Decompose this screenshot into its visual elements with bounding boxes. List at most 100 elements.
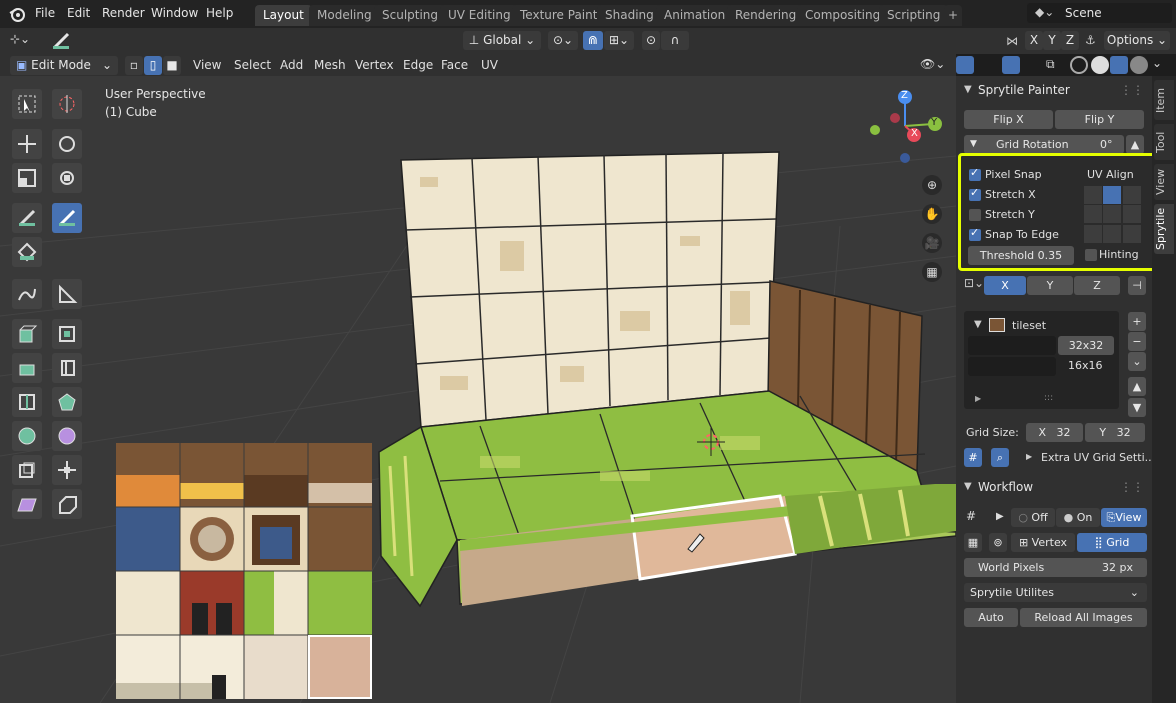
- mirror-y-button[interactable]: Y: [1043, 31, 1061, 50]
- move-down-icon[interactable]: ▼: [1128, 398, 1146, 417]
- extrude-tool-icon[interactable]: [52, 319, 82, 349]
- visibility-icon[interactable]: 👁⌄: [920, 57, 945, 71]
- move-up-icon[interactable]: ▲: [1128, 377, 1146, 396]
- add-workspace-icon[interactable]: +: [944, 5, 963, 26]
- extra-uv-expand-icon[interactable]: ▶: [1026, 452, 1032, 461]
- stretch-x-checkbox[interactable]: [969, 186, 981, 201]
- mode-select[interactable]: ▣ Edit Mode ⌄: [10, 56, 118, 75]
- pan-hand-icon[interactable]: ✋: [922, 204, 942, 224]
- workflow-panel-header[interactable]: ▼ Workflow ⋮⋮: [956, 476, 1152, 498]
- mode-off-button[interactable]: ○ Off: [1011, 508, 1055, 527]
- grid-32-swatch[interactable]: [968, 336, 1056, 355]
- menu-edge[interactable]: Edge: [403, 58, 433, 72]
- slide-tool-icon[interactable]: [52, 455, 82, 485]
- menu-vertex[interactable]: Vertex: [355, 58, 394, 72]
- grid-rotation-field[interactable]: ▼ Grid Rotation 0°: [964, 135, 1124, 154]
- tab-view[interactable]: View: [1154, 164, 1174, 200]
- options-button[interactable]: Options ⌄: [1104, 31, 1170, 50]
- edge-select-mode[interactable]: ▯: [144, 56, 162, 75]
- wireframe-shading-icon[interactable]: [1070, 56, 1088, 74]
- drag-handle-icon[interactable]: ⋮⋮: [1120, 79, 1144, 101]
- workflow-play-icon[interactable]: ▶: [996, 511, 1004, 522]
- navigation-gizmo[interactable]: Z Y X: [865, 88, 945, 168]
- blender-logo-icon[interactable]: [8, 5, 26, 23]
- rip-tool-icon[interactable]: [52, 489, 82, 519]
- grid-size-y-field[interactable]: Y 32: [1085, 423, 1145, 442]
- zoom-grid-icon[interactable]: ⌕: [991, 448, 1009, 467]
- menu-file[interactable]: File: [35, 6, 55, 20]
- tab-item[interactable]: Item: [1154, 80, 1174, 120]
- shading-options-icon[interactable]: ⌄: [1152, 56, 1162, 70]
- gizmo-toggle-icon[interactable]: [956, 56, 974, 74]
- sprytile-panel-header[interactable]: ▼ Sprytile Painter ⋮⋮: [956, 79, 1152, 101]
- add-cube-tool-icon[interactable]: [12, 319, 42, 349]
- scale-tool-icon[interactable]: [12, 163, 42, 193]
- checker-icon[interactable]: ▦: [964, 533, 982, 552]
- menu-face[interactable]: Face: [441, 58, 468, 72]
- tab-texture-paint[interactable]: Texture Paint: [512, 5, 606, 26]
- orientation-select[interactable]: ⊥ Global ⌄: [463, 31, 541, 50]
- spin-tool-icon[interactable]: [52, 421, 82, 451]
- flip-y-button[interactable]: Flip Y: [1055, 110, 1144, 129]
- annotate-tool-icon[interactable]: [12, 279, 42, 309]
- tileset-expand-icon[interactable]: ▼: [974, 319, 982, 330]
- extra-uv-label[interactable]: Extra UV Grid Setti...: [1041, 451, 1155, 464]
- brush-icon[interactable]: [50, 30, 74, 52]
- rotate-right-icon[interactable]: ▲: [1126, 135, 1144, 154]
- tab-layout[interactable]: Layout: [255, 5, 312, 26]
- flip-x-button[interactable]: Flip X: [964, 110, 1053, 129]
- material-shading-icon[interactable]: [1110, 56, 1128, 74]
- tab-tool[interactable]: Tool: [1154, 124, 1174, 160]
- snap-vertex-button[interactable]: ⊞ Vertex: [1011, 533, 1075, 552]
- inset-tool-icon[interactable]: [12, 353, 42, 383]
- fill-tool-icon[interactable]: [12, 237, 42, 267]
- normal-mode-icon[interactable]: ⊡⌄: [964, 276, 984, 290]
- axis-z-button[interactable]: Z: [1074, 276, 1120, 295]
- bevel-tool-icon[interactable]: [52, 353, 82, 383]
- mode-view-button[interactable]: ⎘View: [1101, 508, 1147, 527]
- tab-shading[interactable]: Shading: [597, 5, 662, 26]
- move-tool-icon[interactable]: [12, 129, 42, 159]
- falloff-select[interactable]: ∩: [661, 31, 689, 50]
- menu-uv[interactable]: UV: [481, 58, 498, 72]
- grid-toggle-icon[interactable]: #: [964, 448, 982, 467]
- rotate-left-icon[interactable]: ▼: [970, 135, 977, 154]
- scene-selector[interactable]: ◆⌄ Scene: [1027, 3, 1172, 23]
- snap-to-edge-checkbox[interactable]: [969, 226, 981, 241]
- reload-images-button[interactable]: Reload All Images: [1020, 608, 1147, 627]
- menu-select[interactable]: Select: [234, 58, 271, 72]
- menu-view[interactable]: View: [193, 58, 221, 72]
- cursor-tool-icon[interactable]: [52, 89, 82, 119]
- snap-grid-button[interactable]: ⣿ Grid: [1077, 533, 1147, 552]
- tab-rendering[interactable]: Rendering: [727, 5, 805, 26]
- tileset-preview[interactable]: [116, 443, 372, 699]
- snap-target-select[interactable]: ⊞⌄: [604, 31, 634, 50]
- shear-tool-icon[interactable]: [12, 489, 42, 519]
- tab-scripting[interactable]: Scripting: [879, 5, 949, 26]
- tab-compositing[interactable]: Compositing: [797, 5, 889, 26]
- list-resize-handle[interactable]: :::: [1044, 393, 1053, 403]
- axis-y-button[interactable]: Y: [1027, 276, 1073, 295]
- tab-uv-editing[interactable]: UV Editing: [440, 5, 519, 26]
- solid-shading-icon[interactable]: [1091, 56, 1109, 74]
- mirror-z-button[interactable]: Z: [1061, 31, 1079, 50]
- poly-build-tool-icon[interactable]: [12, 421, 42, 451]
- menu-window[interactable]: Window: [151, 6, 198, 20]
- grid-size-x-field[interactable]: X 32: [1026, 423, 1083, 442]
- tab-modeling[interactable]: Modeling: [309, 5, 380, 26]
- mirror-x-button[interactable]: X: [1025, 31, 1043, 50]
- face-select-mode[interactable]: ■: [163, 56, 181, 75]
- camera-icon[interactable]: 🎥: [922, 233, 942, 253]
- select-box-tool-icon[interactable]: [12, 89, 42, 119]
- select-mode-icon[interactable]: ⊹⌄: [10, 32, 40, 50]
- rotate-tool-icon[interactable]: [52, 129, 82, 159]
- tab-animation[interactable]: Animation: [656, 5, 734, 26]
- world-pixels-field[interactable]: World Pixels 32 px: [964, 558, 1147, 577]
- menu-mesh[interactable]: Mesh: [314, 58, 346, 72]
- stretch-y-checkbox[interactable]: [969, 209, 981, 221]
- pixel-snap-checkbox[interactable]: [969, 166, 981, 181]
- vertex-select-mode[interactable]: ▫: [125, 56, 143, 75]
- ortho-grid-icon[interactable]: ▦: [922, 262, 942, 282]
- menu-add[interactable]: Add: [280, 58, 303, 72]
- mode-on-button[interactable]: ● On: [1056, 508, 1100, 527]
